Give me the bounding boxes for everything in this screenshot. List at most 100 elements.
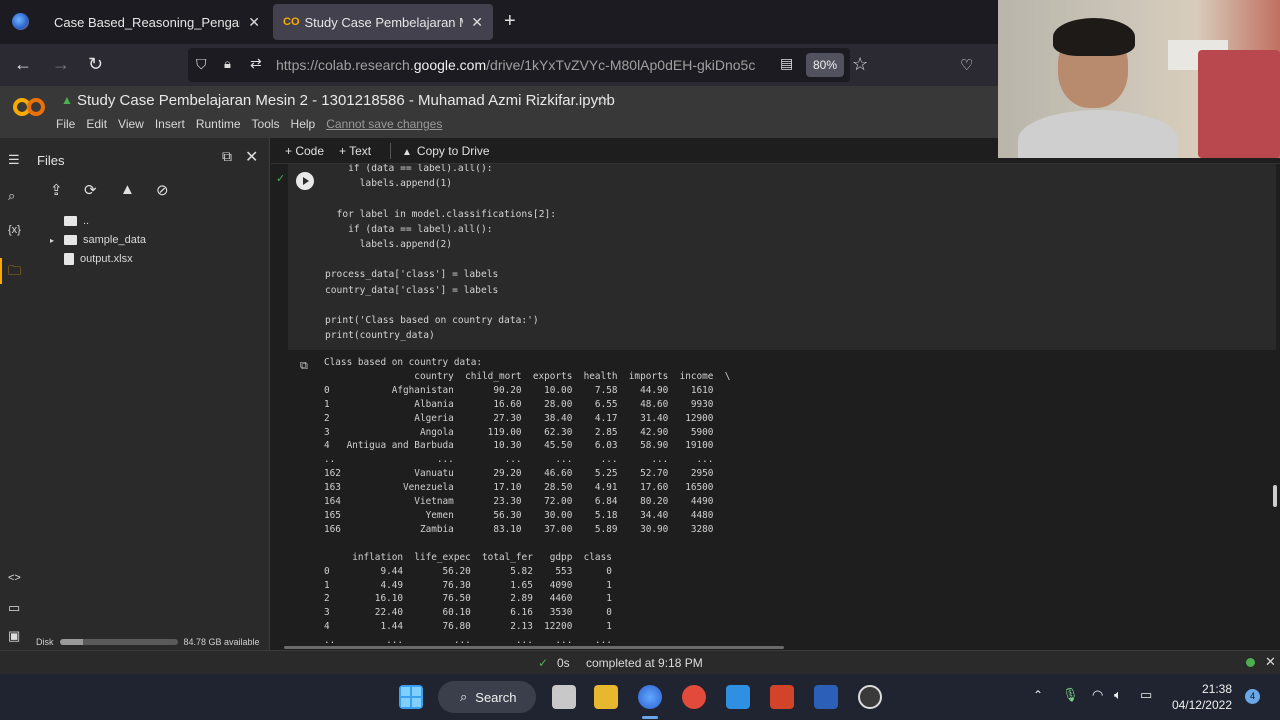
disk-available: 84.78 GB available [183,637,260,647]
colab-logo-icon[interactable] [12,96,46,118]
pocket-icon[interactable]: ♡ [960,56,973,74]
left-icon-rail: ☰ ⌕ {x} 🗀︎ <> ▭ ▣ [0,138,30,650]
table-of-contents-icon[interactable]: ☰ [8,152,20,168]
vscode-icon[interactable] [726,685,750,709]
file-explorer-icon[interactable] [594,685,618,709]
app-icon-red[interactable] [682,685,706,709]
permissions-icon[interactable]: ⇄ [250,55,262,72]
refresh-folder-icon[interactable]: ⟳ [84,181,97,199]
lock-icon[interactable]: 🔒︎ [224,56,231,72]
star-icon[interactable]: ☆ [596,92,609,109]
drive-copy-icon: ▲ [402,147,412,158]
disk-usage-bar [59,639,178,645]
close-icon[interactable]: ✕ [245,147,258,167]
file-row-sample-data[interactable]: ▸ sample_data [50,234,146,246]
tab-case-based-reasoning[interactable]: Case Based_Reasoning_Pengantar_A ✕ [44,4,270,40]
obs-icon[interactable] [858,685,882,709]
variables-icon[interactable]: {x} [8,224,21,236]
windows-start-icon[interactable] [399,685,423,709]
menu-edit[interactable]: Edit [86,117,107,131]
toolbar-divider [390,143,391,159]
reload-icon[interactable]: ↻ [88,54,103,75]
back-arrow-icon[interactable]: ← [14,54,32,75]
menu-file[interactable]: File [56,117,75,131]
status-bar: ✓ 0s completed at 9:18 PM ✕ [0,650,1280,674]
clock-time: 21:38 [1201,682,1232,696]
notebook-title[interactable]: Study Case Pembelajaran Mesin 2 - 130121… [77,92,615,109]
bookmark-star-icon[interactable]: ☆ [852,54,868,75]
new-tab-button[interactable]: + [504,10,516,33]
tab-title: Study Case Pembelajaran Mesin [304,14,464,30]
menu-view[interactable]: View [118,117,144,131]
horizontal-scrollbar[interactable] [284,646,784,649]
disk-usage-fill [59,639,84,645]
close-icon[interactable]: ✕ [471,14,483,31]
chevron-up-icon[interactable]: ⌃ [1033,688,1043,702]
menu-tools[interactable]: Tools [252,117,280,131]
zoom-level-badge[interactable]: 80% [806,53,845,77]
menu-runtime[interactable]: Runtime [196,117,241,131]
expand-chevron-icon[interactable]: ▸ [50,236,58,245]
webcam-person-hair [1053,18,1135,56]
word-icon[interactable] [814,685,838,709]
code-editor[interactable]: if (data == label).all(): labels.append(… [325,164,556,343]
tab-study-case[interactable]: CO Study Case Pembelajaran Mesin ✕ [273,4,493,40]
powerpoint-icon[interactable] [770,685,794,709]
windows-taskbar: ⌕ Search ⌃ 🎙︎ ◠ 🔈︎ ▭ 21:38 04/12/2022 4 [0,674,1280,720]
url-bar[interactable]: ⛉ 🔒︎ ⇄ https://colab.research.google.com… [188,48,850,82]
vertical-scrollbar[interactable] [1273,485,1277,507]
volume-icon[interactable]: 🔈︎ [1114,687,1122,703]
file-row-output-xlsx[interactable]: output.xlsx [50,253,133,265]
firefox-taskbar-icon[interactable] [638,685,662,709]
forward-arrow-icon[interactable]: → [52,54,70,75]
terminal-icon[interactable]: ▣ [8,628,20,644]
active-rail-indicator [0,258,2,284]
shield-icon[interactable]: ⛉ [196,56,207,73]
command-palette-icon[interactable]: ▭ [8,600,20,616]
close-icon[interactable]: ✕ [1265,654,1276,670]
add-text-button[interactable]: + Text [339,144,371,158]
cell-output: Class based on country data: country chi… [324,357,731,647]
menu-bar: File Edit View Insert Runtime Tools Help… [56,117,442,131]
file-row-parent[interactable]: .. [50,215,89,227]
upload-file-icon[interactable]: ⇪ [50,181,63,199]
file-icon [64,253,74,265]
code-cell[interactable]: if (data == label).all(): labels.append(… [288,164,1276,350]
active-app-indicator [642,716,658,719]
close-icon[interactable]: ✕ [248,14,260,31]
execution-completed-time: completed at 9:18 PM [586,656,703,670]
taskbar-search-label: Search [475,689,517,705]
colab-favicon-icon: CO [283,16,300,28]
open-in-tab-icon[interactable]: ⧉ [222,148,232,165]
webcam-toy-box [1198,50,1280,158]
menu-insert[interactable]: Insert [155,117,185,131]
execution-duration: 0s [557,656,570,670]
hide-files-icon[interactable]: ⊘ [156,181,169,199]
files-folder-icon[interactable]: 🗀︎ [8,262,21,284]
taskbar-search[interactable]: ⌕ Search [438,681,536,713]
url-text: https://colab.research.google.com/drive/… [276,57,756,73]
drive-icon: ▲ [61,93,73,107]
microphone-icon[interactable]: 🎙︎ [1062,687,1079,703]
runtime-connected-indicator[interactable] [1246,658,1255,667]
folder-icon [64,235,77,245]
search-icon[interactable]: ⌕ [8,188,15,204]
firefox-icon[interactable] [12,13,29,30]
taskbar-clock[interactable]: 21:38 04/12/2022 [1168,681,1232,713]
menu-help[interactable]: Help [291,117,316,131]
completed-check-icon: ✓ [538,656,549,670]
reader-view-icon[interactable]: ▤ [780,55,793,72]
output-actions-icon[interactable]: ⧉ [300,360,308,373]
files-panel-title: Files [37,153,65,168]
run-cell-button[interactable] [296,172,314,190]
mount-drive-icon[interactable]: ▲ [120,181,135,198]
code-snippets-icon[interactable]: <> [8,572,21,584]
file-name: .. [83,215,90,227]
wifi-icon[interactable]: ◠ [1092,687,1103,703]
save-notice-link[interactable]: Cannot save changes [326,117,442,131]
battery-icon[interactable]: ▭ [1140,687,1152,703]
copy-to-drive-button[interactable]: ▲ Copy to Drive [402,144,490,158]
add-code-button[interactable]: + Code [285,144,324,158]
notification-badge[interactable]: 4 [1245,689,1260,704]
task-view-icon[interactable] [552,685,576,709]
